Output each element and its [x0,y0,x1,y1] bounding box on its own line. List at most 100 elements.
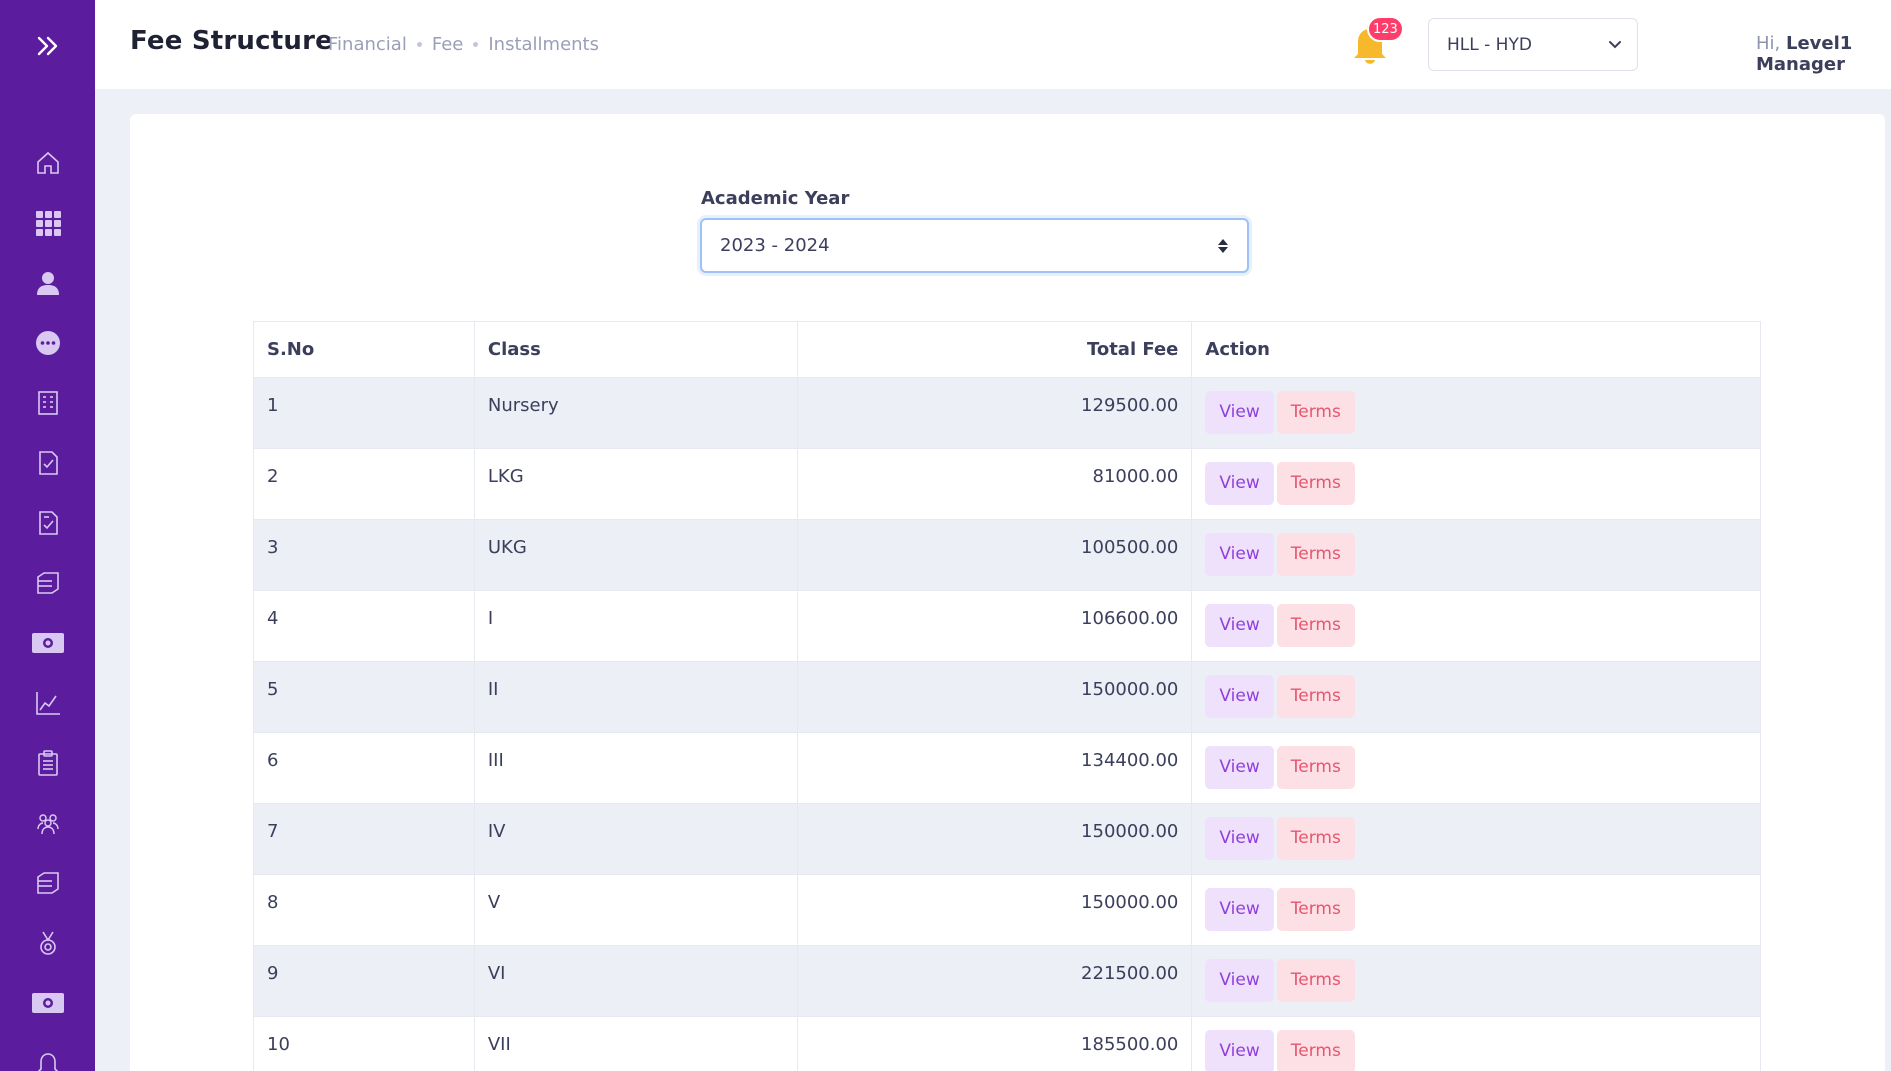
view-button[interactable]: View [1205,391,1274,434]
cell-class: I [473,590,798,662]
terms-button[interactable]: Terms [1276,533,1355,576]
sidebar-item-messages[interactable] [0,313,95,373]
terms-button[interactable]: Terms [1276,604,1355,647]
table-row: 5 II 150000.00 View Terms [253,661,1761,733]
greeting-prefix: Hi, [1756,33,1781,54]
fee-structure-table: S.No Class Total Fee Action 1 Nursery 12… [253,321,1761,1071]
money-icon [31,993,64,1013]
sidebar-item-groups[interactable] [0,793,95,853]
chat-icon [35,331,60,355]
cell-total-fee: 106600.00 [796,590,1193,662]
breadcrumb-item-fee[interactable]: Fee [432,34,464,55]
academic-year-select[interactable]: 2023 - 2024 [700,218,1249,273]
sidebar-nav [0,133,95,1071]
view-button[interactable]: View [1205,1030,1274,1071]
cell-sno: 9 [253,945,475,1017]
table-header-row: S.No Class Total Fee Action [253,321,1761,378]
sidebar-item-reports[interactable] [0,673,95,733]
breadcrumb-item-financial[interactable]: Financial [328,34,407,55]
table-row: 2 LKG 81000.00 View Terms [253,448,1761,520]
view-button[interactable]: View [1205,604,1274,647]
sidebar-item-archives[interactable] [0,853,95,913]
sidebar [0,0,95,1071]
table-row: 1 Nursery 129500.00 View Terms [253,377,1761,449]
sidebar-item-assignments[interactable] [0,733,95,793]
sidebar-item-home[interactable] [0,133,95,193]
cell-total-fee: 150000.00 [796,661,1193,733]
cell-class: III [473,732,798,804]
terms-button[interactable]: Terms [1276,817,1355,860]
view-button[interactable]: View [1205,817,1274,860]
cell-total-fee: 134400.00 [796,732,1193,804]
view-button[interactable]: View [1205,959,1274,1002]
cell-action: View Terms [1191,803,1761,875]
table-row: 6 III 134400.00 View Terms [253,732,1761,804]
sidebar-item-files[interactable] [0,553,95,613]
cell-action: View Terms [1191,519,1761,591]
chevron-down-icon [1609,41,1621,49]
cell-sno: 5 [253,661,475,733]
view-button[interactable]: View [1205,746,1274,789]
table-row: 8 V 150000.00 View Terms [253,874,1761,946]
table-row: 10 VII 185500.00 View Terms [253,1016,1761,1071]
bell-icon [37,1053,58,1071]
folder-icon [36,572,59,594]
cell-total-fee: 100500.00 [796,519,1193,591]
cell-action: View Terms [1191,448,1761,520]
chart-icon [35,692,60,715]
cell-sno: 1 [253,377,475,449]
cell-sno: 10 [253,1016,475,1071]
terms-button[interactable]: Terms [1276,391,1355,434]
home-icon [36,151,59,174]
branch-select[interactable]: HLL - HYD [1428,18,1638,71]
cell-action: View Terms [1191,1016,1761,1071]
cell-sno: 2 [253,448,475,520]
sidebar-item-users[interactable] [0,253,95,313]
terms-button[interactable]: Terms [1276,959,1355,1002]
cell-sno: 7 [253,803,475,875]
terms-button[interactable]: Terms [1276,1030,1355,1071]
sidebar-item-buildings[interactable] [0,373,95,433]
building-icon [37,391,58,415]
sidebar-item-awards[interactable] [0,913,95,973]
sidebar-item-tasks[interactable] [0,433,95,493]
user-greeting[interactable]: Hi, Level1 Manager [1756,33,1891,75]
sidebar-item-fees[interactable] [0,613,95,673]
view-button[interactable]: View [1205,533,1274,576]
notification-button[interactable]: 123 [1350,16,1404,72]
breadcrumb-separator [416,42,422,47]
terms-button[interactable]: Terms [1276,675,1355,718]
view-button[interactable]: View [1205,462,1274,505]
column-header-sno[interactable]: S.No [253,321,475,378]
terms-button[interactable]: Terms [1276,462,1355,505]
user-icon [36,272,59,295]
cell-sno: 4 [253,590,475,662]
table-row: 3 UKG 100500.00 View Terms [253,519,1761,591]
clipboard-icon [37,750,58,776]
view-button[interactable]: View [1205,888,1274,931]
sidebar-item-alerts[interactable] [0,1033,95,1071]
view-button[interactable]: View [1205,675,1274,718]
cell-action: View Terms [1191,732,1761,804]
sidebar-item-documents[interactable] [0,493,95,553]
breadcrumb-separator [473,42,479,47]
cell-sno: 8 [253,874,475,946]
cell-total-fee: 185500.00 [796,1016,1193,1071]
terms-button[interactable]: Terms [1276,888,1355,931]
sidebar-item-apps[interactable] [0,193,95,253]
column-header-total-fee[interactable]: Total Fee [796,321,1193,378]
grid-icon [35,211,61,236]
breadcrumb-item-installments[interactable]: Installments [488,34,599,55]
terms-button[interactable]: Terms [1276,746,1355,789]
academic-year-value: 2023 - 2024 [720,235,830,256]
money-icon [31,633,64,653]
cell-action: View Terms [1191,377,1761,449]
column-header-class[interactable]: Class [473,321,798,378]
sidebar-toggle-button[interactable] [30,28,66,64]
top-header: Fee Structure Financial Fee Installments… [95,0,1891,89]
notification-badge: 123 [1367,16,1404,42]
sidebar-item-payments[interactable] [0,973,95,1033]
cell-total-fee: 81000.00 [796,448,1193,520]
checklist-icon [38,451,58,475]
cell-action: View Terms [1191,661,1761,733]
